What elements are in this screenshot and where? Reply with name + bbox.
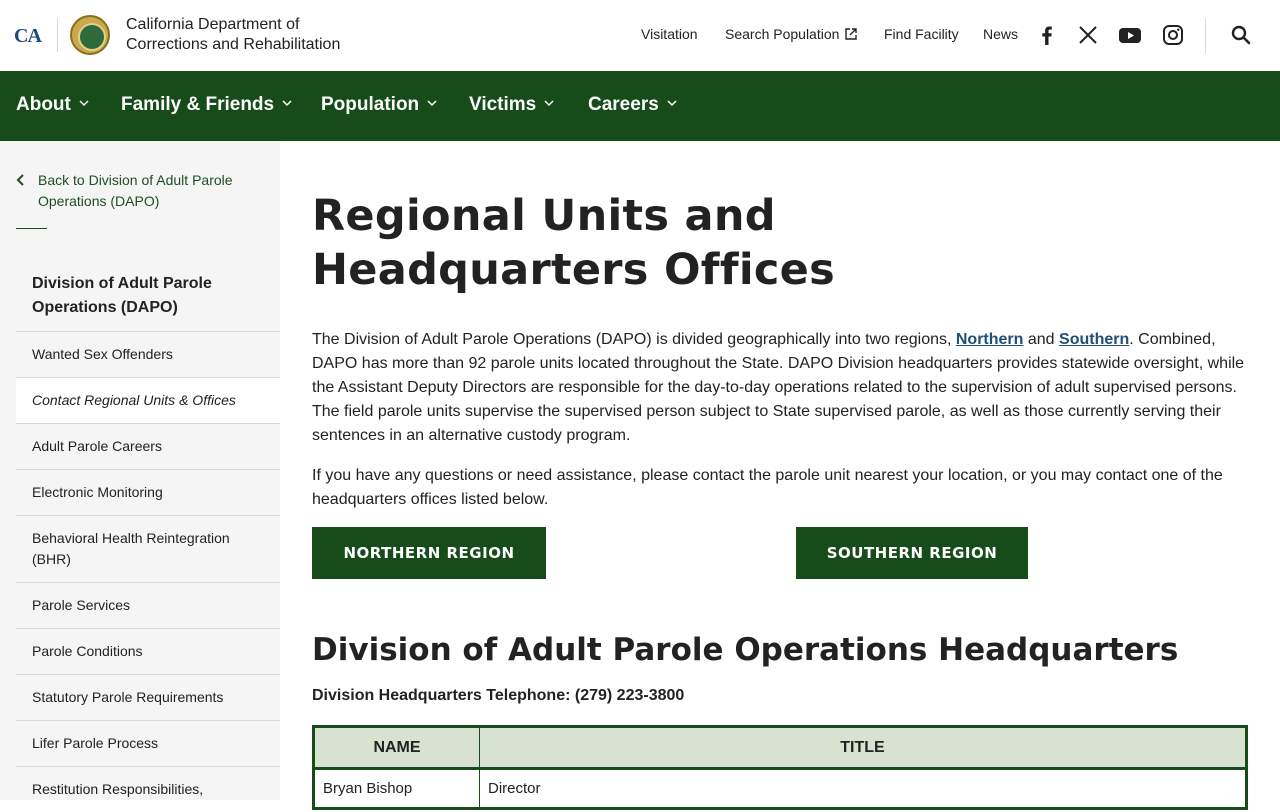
northern-link[interactable]: Northern <box>956 331 1024 348</box>
table-header-name: NAME <box>313 726 480 770</box>
top-header: CA California Department of Corrections … <box>0 0 1280 71</box>
sidebar: Back to Division of Adult Parole Operati… <box>0 141 280 800</box>
back-link-underline <box>16 228 47 229</box>
section-title: Division of Adult Parole Operations Head… <box>312 632 1179 668</box>
sidebar-item-contact-regional-units[interactable]: Contact Regional Units & Offices <box>16 377 280 423</box>
nav-about[interactable]: About <box>16 94 89 116</box>
nav-careers[interactable]: Careers <box>588 94 677 116</box>
sidebar-item-parole-services[interactable]: Parole Services <box>16 582 280 628</box>
sidebar-title[interactable]: Division of Adult Parole Operations (DAP… <box>32 272 252 320</box>
back-link-label: Back to Division of Adult Parole Operati… <box>38 172 233 209</box>
chevron-down-icon <box>544 100 554 107</box>
instagram-icon[interactable] <box>1161 23 1185 47</box>
main-nav: About Family & Friends Population Victim… <box>0 71 1280 141</box>
top-nav-search-population-label: Search Population <box>725 26 840 42</box>
nav-careers-label: Careers <box>588 94 659 115</box>
table-row: Bryan Bishop Director <box>313 768 1247 809</box>
logo-divider <box>57 18 58 52</box>
x-icon[interactable] <box>1076 23 1100 47</box>
nav-about-label: About <box>16 94 71 115</box>
table-cell-title: Director <box>488 780 541 797</box>
sidebar-item-electronic-monitoring[interactable]: Electronic Monitoring <box>16 469 280 515</box>
ca-logo-text: CA <box>14 25 42 47</box>
nav-victims-label: Victims <box>469 94 537 115</box>
sidebar-list: Wanted Sex Offenders Contact Regional Un… <box>16 331 280 812</box>
table-cell-name: Bryan Bishop <box>313 768 480 809</box>
chevron-down-icon <box>282 100 292 107</box>
nav-population-label: Population <box>321 94 420 115</box>
table-header-title: TITLE <box>479 726 1247 770</box>
intro-paragraph: The Division of Adult Parole Operations … <box>312 328 1248 448</box>
top-nav-find-facility[interactable]: Find Facility <box>884 26 959 42</box>
hq-phone: Division Headquarters Telephone: (279) 2… <box>312 687 685 704</box>
department-name-line1: California Department of <box>126 16 300 33</box>
department-name-line2: Corrections and Rehabilitation <box>126 36 341 53</box>
page-title: Regional Units and Headquarters Offices <box>312 191 836 295</box>
youtube-icon[interactable] <box>1118 23 1142 47</box>
staff-table: NAME TITLE Bryan Bishop Director <box>312 725 1248 810</box>
nav-family-friends-label: Family & Friends <box>121 94 275 115</box>
ca-gov-logo[interactable]: CA <box>14 24 48 48</box>
sidebar-item-parole-conditions[interactable]: Parole Conditions <box>16 628 280 674</box>
sidebar-item-adult-parole-careers[interactable]: Adult Parole Careers <box>16 423 280 469</box>
facebook-icon[interactable] <box>1035 23 1059 47</box>
northern-region-button[interactable]: NORTHERN REGION <box>312 527 546 579</box>
sidebar-item-behavioral-health[interactable]: Behavioral Health Reintegration (BHR) <box>16 515 280 582</box>
top-nav-visitation[interactable]: Visitation <box>641 26 698 42</box>
cdcr-seal-icon[interactable] <box>70 15 110 55</box>
search-icon[interactable] <box>1230 24 1252 46</box>
chevron-down-icon <box>667 100 677 107</box>
header-separator <box>1205 19 1206 53</box>
chevron-left-icon <box>16 174 24 186</box>
contact-paragraph: If you have any questions or need assist… <box>312 467 1223 508</box>
top-nav-search-population[interactable]: Search Population <box>725 26 858 42</box>
chevron-down-icon <box>79 100 89 107</box>
sidebar-item-lifer-parole[interactable]: Lifer Parole Process <box>16 720 280 766</box>
southern-link[interactable]: Southern <box>1059 331 1129 348</box>
top-nav-news[interactable]: News <box>983 26 1018 42</box>
nav-population[interactable]: Population <box>321 94 437 116</box>
department-name[interactable]: California Department of Corrections and… <box>126 15 340 55</box>
chevron-down-icon <box>427 100 437 107</box>
intro-text-start: The Division of Adult Parole Operations … <box>312 331 956 348</box>
sidebar-item-wanted-sex-offenders[interactable]: Wanted Sex Offenders <box>16 331 280 377</box>
intro-text-and: and <box>1023 331 1060 348</box>
sidebar-item-statutory-parole[interactable]: Statutory Parole Requirements <box>16 674 280 720</box>
nav-victims[interactable]: Victims <box>469 94 554 116</box>
back-link[interactable]: Back to Division of Adult Parole Operati… <box>16 170 256 212</box>
sidebar-item-restitution[interactable]: Restitution Responsibilities, <box>16 766 280 812</box>
table-header-row: NAME TITLE <box>313 726 1247 770</box>
nav-family-friends[interactable]: Family & Friends <box>121 94 292 116</box>
southern-region-button[interactable]: SOUTHERN REGION <box>796 527 1028 579</box>
external-link-icon <box>845 28 858 40</box>
